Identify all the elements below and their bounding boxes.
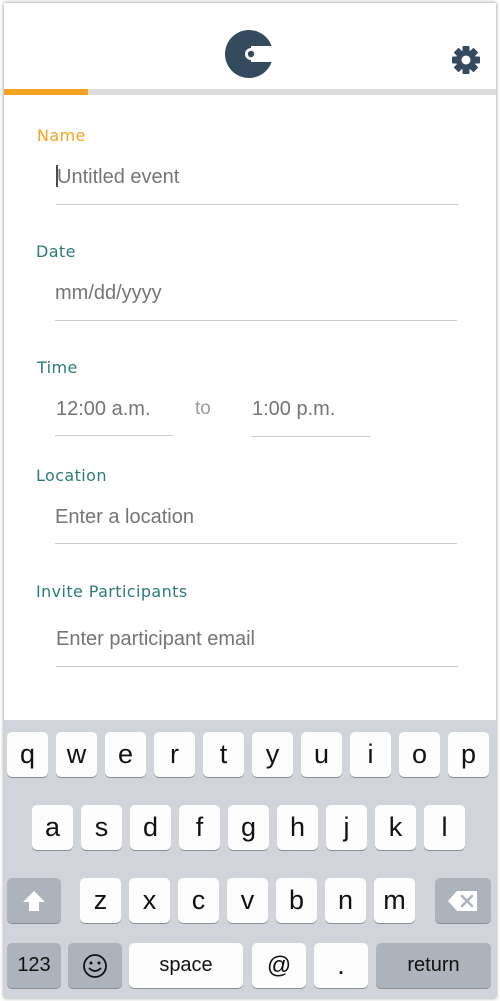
key-f[interactable]: f [179,805,220,850]
key-i[interactable]: i [350,732,391,777]
key-w[interactable]: w [56,732,97,777]
key-o[interactable]: o [399,732,440,777]
backspace-key[interactable] [435,878,491,923]
at-key[interactable]: @ [252,943,306,988]
progress-fill [4,89,88,95]
key-d[interactable]: d [130,805,171,850]
key-r[interactable]: r [154,732,195,777]
location-input[interactable] [55,500,455,534]
app-logo [225,30,274,78]
key-b[interactable]: b [276,878,317,923]
location-underline [55,543,457,544]
name-underline [56,204,458,205]
name-input[interactable] [57,160,455,194]
onscreen-keyboard: 123 space @ . return qwertyuiop asdfghjkl… [4,720,496,998]
shift-arrow-icon [23,890,45,911]
participants-underline [56,666,458,667]
location-label: Location [36,466,107,485]
backspace-icon [448,890,477,911]
app-screen: Name Date Time to Location Invite Partic… [4,3,496,998]
key-a[interactable]: a [32,805,73,850]
key-l[interactable]: l [424,805,465,850]
key-q[interactable]: q [7,732,48,777]
key-z[interactable]: z [80,878,121,923]
numbers-key[interactable]: 123 [7,943,61,988]
participants-label: Invite Participants [36,582,188,601]
shift-key[interactable] [7,878,61,923]
key-v[interactable]: v [227,878,268,923]
space-key[interactable]: space [129,943,243,988]
date-input[interactable] [55,276,455,310]
key-c[interactable]: c [178,878,219,923]
key-p[interactable]: p [448,732,489,777]
progress-bar [4,89,496,95]
end-time-underline [252,436,370,437]
start-time-input[interactable] [56,392,172,426]
name-label: Name [37,126,86,145]
key-g[interactable]: g [228,805,269,850]
key-s[interactable]: s [81,805,122,850]
key-u[interactable]: u [301,732,342,777]
key-k[interactable]: k [375,805,416,850]
emoji-icon [83,953,107,978]
date-underline [55,320,457,321]
return-key[interactable]: return [376,943,491,988]
key-j[interactable]: j [326,805,367,850]
end-time-input[interactable] [252,392,368,426]
participant-email-input[interactable] [56,622,456,656]
key-t[interactable]: t [203,732,244,777]
key-x[interactable]: x [129,878,170,923]
emoji-key[interactable] [68,943,122,988]
key-m[interactable]: m [374,878,415,923]
period-key[interactable]: . [314,943,368,988]
key-y[interactable]: y [252,732,293,777]
time-separator: to [195,398,211,419]
gear-icon[interactable] [450,44,482,76]
key-e[interactable]: e [105,732,146,777]
start-time-underline [55,435,173,436]
key-h[interactable]: h [277,805,318,850]
date-label: Date [36,242,76,261]
app-header [4,3,496,95]
key-n[interactable]: n [325,878,366,923]
time-label: Time [37,358,78,377]
